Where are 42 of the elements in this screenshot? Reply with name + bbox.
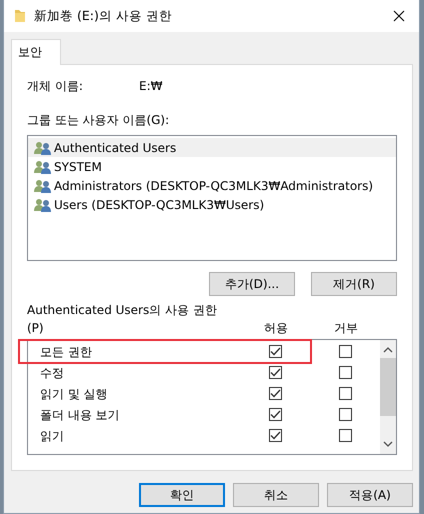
users-label: 그룹 또는 사용자 이름(G): [27, 112, 170, 129]
permission-name: 수정 [40, 364, 65, 382]
checkbox[interactable] [338, 387, 352, 400]
permission-name: 읽기 및 실행 [40, 386, 109, 402]
window-title: 新加巻 (E:)의 사용 권한 [34, 6, 173, 25]
button[interactable]: 추가(D)... [209, 272, 295, 296]
checkbox[interactable] [268, 408, 282, 421]
button[interactable]: 제거(R) [311, 272, 397, 296]
checkbox[interactable] [268, 366, 282, 379]
permission-name: 읽기 [40, 428, 65, 444]
chevron-up-icon[interactable] [383, 346, 393, 354]
scrollbar[interactable] [380, 340, 396, 454]
folder-icon [14, 9, 26, 23]
column-header: 거부 [334, 320, 358, 337]
object-name-label: 개체 이름: [27, 78, 84, 95]
checkbox[interactable] [268, 387, 282, 400]
column-header: 허용 [264, 320, 288, 337]
checkbox[interactable] [268, 345, 282, 358]
permissions-label: Authenticated Users의 사용 권한 [27, 302, 217, 319]
tab[interactable]: 보안 [11, 39, 61, 65]
permissions-label: (P) [27, 321, 44, 335]
users-icon [34, 178, 52, 192]
user-list-item[interactable]: SYSTEM [28, 157, 396, 176]
checkbox[interactable] [338, 366, 352, 379]
users-icon [34, 198, 52, 212]
checkbox[interactable] [338, 429, 352, 442]
user-list-item[interactable]: Administrators (DESKTOP-QC3MLK3₩Administrators) [28, 176, 396, 195]
user-list-item[interactable]: Users (DESKTOP-QC3MLK3₩Users) [28, 195, 396, 214]
checkbox[interactable] [268, 429, 282, 442]
users-icon [34, 140, 52, 154]
button[interactable]: 적용(A) [327, 483, 413, 507]
user-list-item[interactable]: Authenticated Users [28, 138, 396, 157]
permission-name: 폴더 내용 보기 [40, 406, 121, 424]
close-icon [393, 10, 405, 22]
button[interactable]: 취소 [233, 483, 319, 507]
checkbox[interactable] [338, 408, 352, 421]
object-name-value: E:₩ [139, 78, 162, 95]
button[interactable]: 확인 [139, 483, 225, 507]
permission-name: 모든 권한 [40, 344, 93, 360]
chevron-down-icon[interactable] [383, 440, 393, 448]
checkbox[interactable] [338, 345, 352, 358]
users-icon [34, 160, 52, 174]
